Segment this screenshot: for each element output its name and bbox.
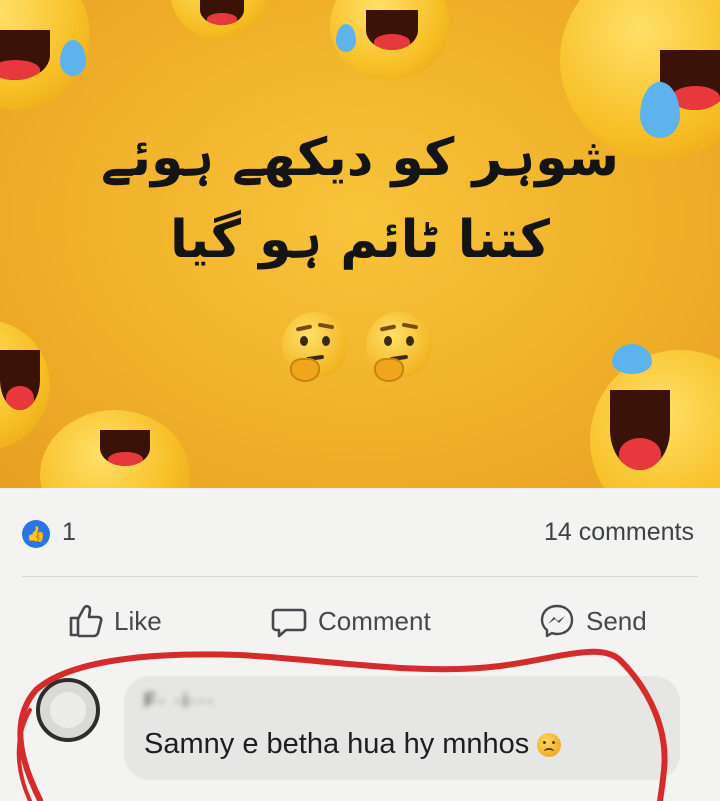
frowning-face-icon [537, 733, 562, 758]
comment-label: Comment [318, 605, 431, 636]
comment-body: Samny e betha hua hy mnhos [144, 728, 530, 760]
divider [22, 576, 698, 577]
avatar[interactable] [36, 678, 100, 742]
speech-bubble-icon [271, 608, 307, 638]
reaction-count[interactable]: 1 [62, 518, 76, 547]
send-button[interactable]: Send [538, 596, 647, 646]
comments-count-link[interactable]: 14 comments [544, 518, 694, 547]
messenger-icon [540, 604, 574, 638]
meme-caption-line-2: کتنا ٹائم ہو گیا [170, 210, 550, 270]
thinking-face-icon [282, 312, 348, 382]
post-stats: 👍 1 14 comments [0, 488, 720, 576]
thinking-face-icon [366, 312, 432, 382]
post-footer: 👍 1 14 comments Like Comment Send F· ·i·… [0, 488, 720, 801]
screenshot-frame: شوہر کو دیکھے ہوئے کتنا ٹائم ہو گیا 👍 1 … [0, 0, 720, 801]
comment-author[interactable]: F· ·i··· [144, 690, 284, 712]
comment-text: Samny e betha hua hy mnhos [144, 728, 562, 761]
action-bar: Like Comment Send [0, 586, 720, 656]
meme-caption-line-1: شوہر کو دیکھے ہوئے [100, 128, 620, 188]
thumbs-up-icon[interactable]: 👍 [22, 520, 50, 548]
comment-item: F· ·i··· Samny e betha hua hy mnhos [0, 664, 720, 801]
thumbs-up-outline-icon [69, 604, 103, 638]
laughing-emoji-icon [0, 320, 50, 450]
like-label: Like [114, 605, 162, 636]
laughing-emoji-icon [590, 350, 720, 488]
laughing-emoji-icon [170, 0, 270, 40]
laughing-emoji-icon [40, 410, 190, 488]
comment-button[interactable]: Comment [270, 596, 431, 646]
send-label: Send [586, 605, 647, 636]
post-image[interactable]: شوہر کو دیکھے ہوئے کتنا ٹائم ہو گیا [0, 0, 720, 488]
like-button[interactable]: Like [66, 596, 162, 646]
tear-icon [336, 24, 356, 52]
tear-icon [60, 40, 86, 76]
comment-bubble[interactable]: F· ·i··· Samny e betha hua hy mnhos [124, 676, 680, 780]
tear-icon [612, 344, 652, 374]
